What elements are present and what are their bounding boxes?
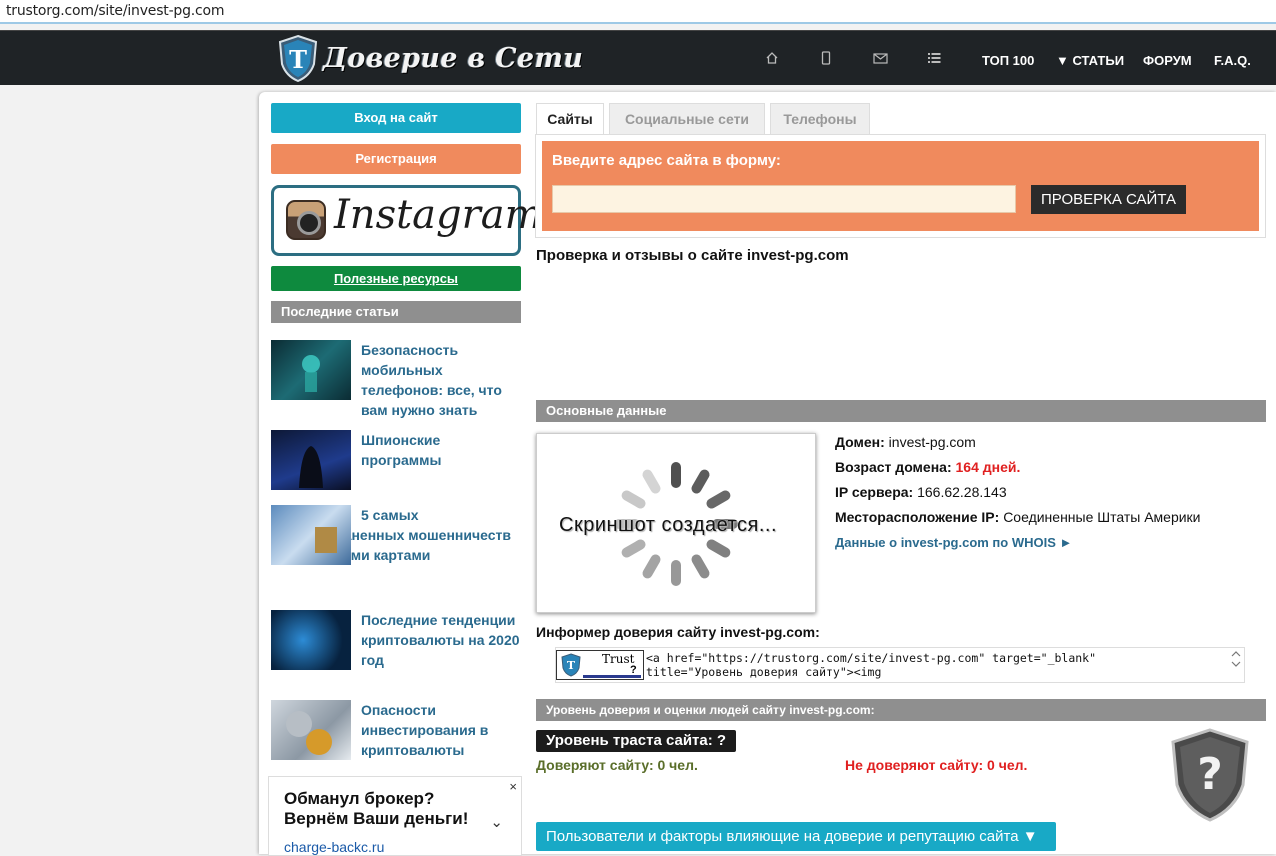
article-item[interactable]: Безопасность мобильных телефонов: все, ч… bbox=[271, 340, 521, 420]
latest-articles-header: Последние статьи bbox=[271, 301, 521, 323]
spinner-segment bbox=[691, 554, 710, 579]
informer-title: Информер доверия сайту invest-pg.com: bbox=[536, 624, 820, 640]
site-screenshot: Скриншот создается... bbox=[536, 433, 816, 613]
nav-top100[interactable]: ТОП 100 bbox=[982, 53, 1034, 68]
tab-sites[interactable]: Сайты bbox=[536, 103, 604, 134]
svg-text:T: T bbox=[567, 659, 576, 672]
url-text[interactable]: trustorg.com/site/invest-pg.com bbox=[6, 3, 225, 19]
spinner-segment bbox=[671, 462, 681, 488]
list-icon[interactable] bbox=[928, 51, 944, 65]
close-icon[interactable]: × bbox=[509, 779, 517, 794]
address-bar[interactable]: trustorg.com/site/invest-pg.com bbox=[0, 0, 1276, 24]
site-logo[interactable]: T Доверие в Сети bbox=[277, 33, 583, 83]
ad-banner[interactable]: × Обманул брокер? Вернём Ваши деньги! ⌄ … bbox=[268, 776, 522, 856]
informer-code-text[interactable]: <a href="https://trustorg.com/site/inves… bbox=[646, 651, 1096, 679]
page-title: Проверка и отзывы о сайте invest-pg.com bbox=[536, 247, 849, 264]
tab-phones[interactable]: Телефоны bbox=[770, 103, 870, 134]
trust-badge[interactable]: T Trust ? bbox=[556, 650, 644, 680]
svg-text:T: T bbox=[289, 45, 307, 74]
article-item[interactable]: Опасности инвестирования в криптовалюты bbox=[271, 700, 521, 760]
check-site-button[interactable]: ПРОВЕРКА САЙТА bbox=[1031, 185, 1186, 214]
svg-text:?: ? bbox=[1197, 749, 1223, 800]
article-thumbnail[interactable] bbox=[271, 610, 351, 670]
article-thumbnail[interactable] bbox=[271, 340, 351, 400]
ad-headline[interactable]: Обманул брокер? Вернём Ваши деньги! bbox=[284, 789, 468, 829]
screenshot-status: Скриншот создается... bbox=[559, 514, 778, 536]
article-thumbnail[interactable] bbox=[271, 505, 351, 565]
spinner-segment bbox=[621, 539, 646, 558]
article-thumbnail[interactable] bbox=[271, 700, 351, 760]
site-url-input[interactable] bbox=[552, 185, 1016, 213]
chevron-down-icon[interactable]: ⌄ bbox=[490, 813, 503, 831]
article-item[interactable]: 5 самых распространенных мошенничеств с … bbox=[271, 505, 521, 565]
spinner-segment bbox=[621, 490, 646, 509]
spinner-segment bbox=[706, 490, 731, 509]
spinner-segment bbox=[671, 560, 681, 586]
instagram-camera-icon bbox=[286, 200, 326, 240]
ip-row: IP сервера: 166.62.28.143 bbox=[835, 484, 1007, 500]
spinner-segment bbox=[706, 539, 731, 558]
tab-social[interactable]: Социальные сети bbox=[609, 103, 765, 134]
nav-faq[interactable]: F.A.Q. bbox=[1214, 53, 1251, 68]
logo-text: Доверие в Сети bbox=[323, 42, 584, 74]
trust-header: Уровень доверия и оценки людей сайту inv… bbox=[536, 699, 1266, 721]
domain-row: Домен: invest-pg.com bbox=[835, 434, 976, 450]
top-navigation: T Доверие в Сети ТОП 100 ▼ СТАТЬИ ФОРУМ … bbox=[0, 30, 1276, 85]
phone-icon[interactable] bbox=[821, 51, 837, 65]
instagram-label: Instagram bbox=[334, 192, 543, 238]
informer-code[interactable]: T Trust ? <a href="https://trustorg.com/… bbox=[555, 647, 1245, 683]
location-row: Месторасположение IP: Соединенные Штаты … bbox=[835, 509, 1201, 525]
article-thumbnail[interactable] bbox=[271, 430, 351, 490]
resources-button[interactable]: Полезные ресурсы bbox=[271, 266, 521, 291]
home-icon[interactable] bbox=[765, 51, 781, 65]
spinner-segment bbox=[642, 554, 661, 579]
reputation-factors-button[interactable]: Пользователи и факторы влияющие на довер… bbox=[536, 822, 1056, 851]
trust-no-count[interactable]: Не доверяют сайту: 0 чел. bbox=[845, 757, 1027, 773]
register-button[interactable]: Регистрация bbox=[271, 144, 521, 174]
ad-link[interactable]: charge-backc.ru bbox=[284, 839, 384, 855]
whois-link[interactable]: Данные о invest-pg.com по WHOIS ► bbox=[835, 535, 1072, 550]
trust-yes-count[interactable]: Доверяют сайту: 0 чел. bbox=[536, 757, 698, 773]
nav-articles[interactable]: ▼ СТАТЬИ bbox=[1056, 53, 1124, 68]
spinner-segment bbox=[691, 469, 710, 494]
spinner-segment bbox=[642, 469, 661, 494]
logo-shield-icon: T bbox=[561, 653, 581, 677]
instagram-banner[interactable]: Instagram bbox=[271, 185, 543, 256]
domain-age-row: Возраст домена: 164 дней. bbox=[835, 459, 1021, 475]
nav-forum[interactable]: ФОРУМ bbox=[1143, 53, 1192, 68]
shield-question-icon: ? bbox=[1167, 727, 1253, 823]
page-content: Вход на сайт Регистрация Instagram Полез… bbox=[259, 92, 1276, 856]
trust-level-badge: Уровень траста сайта: ? bbox=[536, 730, 737, 752]
article-item[interactable]: Последние тенденции криптовалюты на 2020… bbox=[271, 610, 521, 670]
basic-data-header: Основные данные bbox=[536, 400, 1266, 422]
article-item[interactable]: Шпионские программы bbox=[271, 430, 521, 490]
mail-icon[interactable] bbox=[873, 51, 889, 65]
site-check-form: Введите адрес сайта в форму: ПРОВЕРКА СА… bbox=[535, 134, 1266, 238]
logo-shield-icon: T bbox=[277, 34, 319, 83]
scroll-arrows-icon[interactable] bbox=[1230, 650, 1242, 680]
site-check-panel: Введите адрес сайта в форму: ПРОВЕРКА СА… bbox=[542, 141, 1259, 231]
form-label: Введите адрес сайта в форму: bbox=[552, 152, 781, 169]
login-button[interactable]: Вход на сайт bbox=[271, 103, 521, 133]
